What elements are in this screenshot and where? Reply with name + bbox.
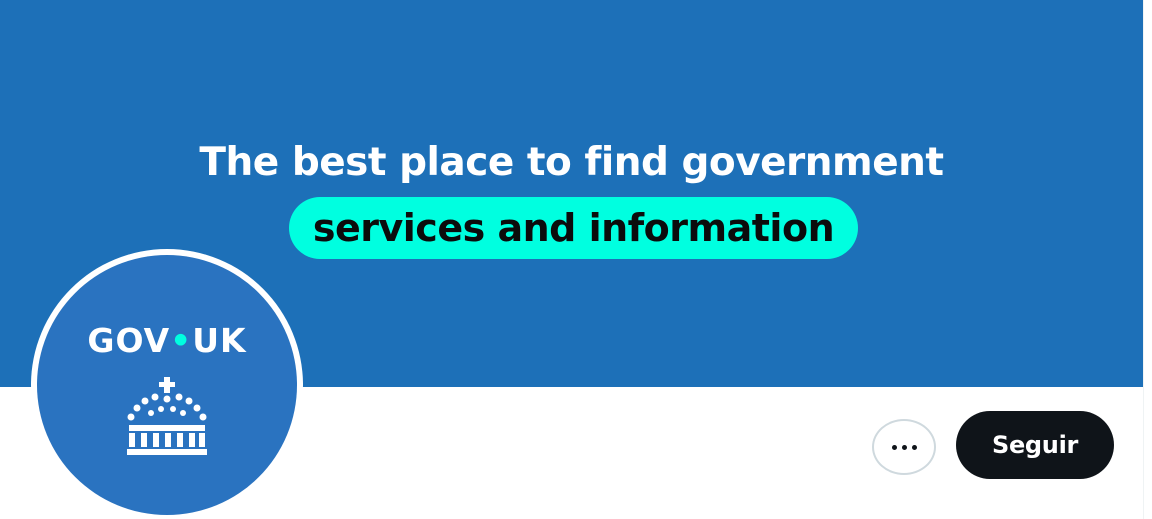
- banner-headline: The best place to find government: [199, 140, 944, 185]
- more-options-button[interactable]: [872, 419, 936, 475]
- follow-button[interactable]: Seguir: [956, 411, 1114, 479]
- wordmark-uk: UK: [192, 321, 247, 360]
- avatar-logo: GOV•UK: [37, 255, 297, 515]
- wordmark-separator: •: [170, 321, 193, 360]
- crown-icon: [127, 377, 207, 455]
- govuk-wordmark: GOV•UK: [37, 321, 297, 361]
- profile-avatar[interactable]: GOV•UK: [31, 249, 303, 519]
- wordmark-gov: GOV: [87, 321, 171, 360]
- column-divider: [1143, 0, 1144, 519]
- banner-highlight: services and information: [289, 197, 858, 259]
- more-horizontal-icon: [891, 444, 917, 450]
- profile-header: The best place to find government servic…: [0, 0, 1152, 519]
